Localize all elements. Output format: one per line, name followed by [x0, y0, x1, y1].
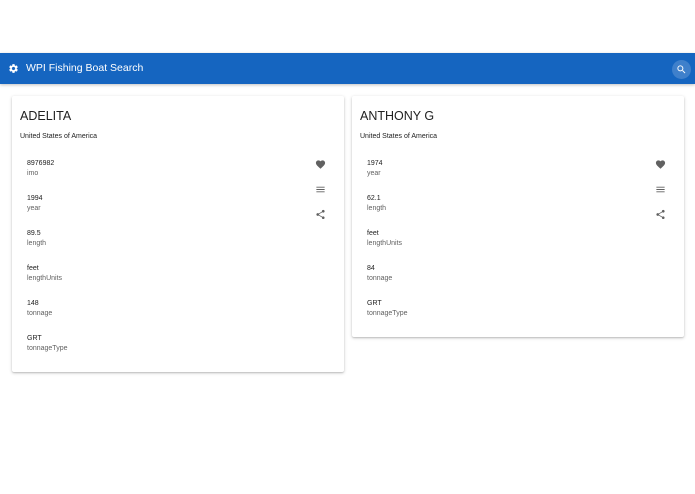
field-imo: 8976982 imo [27, 159, 227, 179]
heart-icon[interactable] [654, 158, 666, 170]
field-value: feet [367, 230, 379, 237]
field-label: length [27, 240, 47, 247]
field-label: tonnageType [27, 345, 68, 352]
field-year: 1994 year [27, 194, 227, 214]
field-length: 89.5 length [27, 229, 227, 249]
field-value: 62.1 [367, 195, 381, 202]
field-label: tonnage [367, 275, 393, 282]
field-label: lengthUnits [367, 240, 403, 247]
boat-name: ADELITA [20, 109, 72, 123]
boat-country: United States of America [20, 133, 98, 140]
field-label: year [27, 205, 41, 212]
app-bar: WPI Fishing Boat Search [0, 53, 695, 84]
field-tonnage: 84 tonnage [367, 264, 567, 284]
field-label: length [367, 205, 387, 212]
field-value: 1994 [27, 195, 43, 202]
boat-card-adelita: ADELITA United States of America 8976982… [12, 96, 344, 372]
boat-name: ANTHONY G [360, 109, 435, 123]
field-label: imo [27, 170, 39, 177]
menu-icon[interactable] [654, 183, 666, 195]
menu-icon[interactable] [314, 183, 326, 195]
field-value: 89.5 [27, 230, 41, 237]
field-tonnage-type: GRT tonnageType [367, 299, 567, 319]
field-year: 1974 year [367, 159, 567, 179]
field-label: lengthUnits [27, 275, 63, 282]
field-value: GRT [27, 335, 42, 342]
field-value: GRT [367, 300, 382, 307]
field-value: 148 [27, 300, 39, 307]
field-label: tonnage [27, 310, 53, 317]
search-icon [676, 64, 687, 75]
gear-icon[interactable] [8, 63, 19, 74]
boat-card-anthony-g: ANTHONY G United States of America 1974 … [352, 96, 684, 337]
field-value: 1974 [367, 160, 383, 167]
field-value: feet [27, 265, 39, 272]
field-value: 84 [367, 265, 375, 272]
app-title: WPI Fishing Boat Search [26, 62, 144, 74]
field-label: year [367, 170, 381, 177]
boat-country: United States of America [360, 133, 438, 140]
share-icon[interactable] [654, 208, 666, 220]
search-button[interactable] [672, 60, 691, 79]
field-length-units: feet lengthUnits [367, 229, 567, 249]
heart-icon[interactable] [314, 158, 326, 170]
field-length-units: feet lengthUnits [27, 264, 227, 284]
share-icon[interactable] [314, 208, 326, 220]
field-tonnage: 148 tonnage [27, 299, 227, 319]
field-tonnage-type: GRT tonnageType [27, 334, 227, 354]
field-length: 62.1 length [367, 194, 567, 214]
field-value: 8976982 [27, 160, 55, 167]
field-label: tonnageType [367, 310, 408, 317]
